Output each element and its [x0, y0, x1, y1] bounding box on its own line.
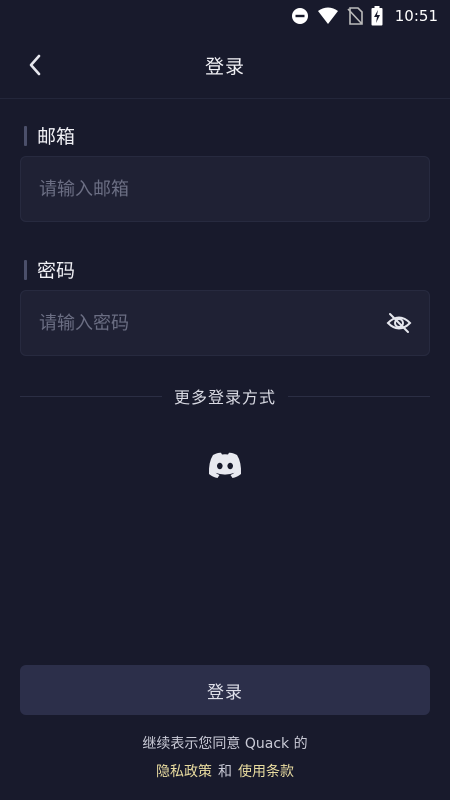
password-label: 密码	[24, 256, 75, 283]
password-input[interactable]	[37, 311, 385, 335]
label-accent-bar	[24, 259, 27, 280]
divider-line-right	[288, 395, 431, 397]
terms-of-use-link[interactable]: 使用条款	[238, 764, 294, 780]
eye-off-icon	[386, 313, 412, 333]
password-label-text: 密码	[37, 260, 76, 282]
back-button[interactable]	[22, 51, 48, 79]
policy-links: 隐私政策和使用条款	[0, 761, 450, 781]
discord-login-button[interactable]	[205, 449, 245, 481]
divider-line-left	[20, 395, 162, 397]
label-accent-bar	[24, 125, 27, 146]
email-label-text: 邮箱	[37, 126, 76, 148]
privacy-policy-link[interactable]: 隐私政策	[156, 764, 212, 780]
do-not-disturb-icon	[291, 7, 309, 25]
app-header: 登录	[0, 32, 450, 99]
password-visibility-toggle[interactable]	[385, 309, 413, 337]
status-time: 10:51	[394, 7, 438, 25]
no-sim-icon	[347, 7, 363, 25]
password-field-container	[20, 290, 430, 356]
chevron-left-icon	[29, 54, 41, 76]
more-login-divider: 更多登录方式	[20, 384, 431, 408]
status-bar: 10:51	[0, 0, 450, 32]
discord-icon	[208, 452, 242, 478]
battery-charging-icon	[371, 6, 383, 26]
email-input[interactable]	[37, 177, 413, 201]
wifi-icon	[317, 7, 339, 25]
email-label: 邮箱	[24, 122, 75, 149]
more-login-text: 更多登录方式	[174, 388, 277, 407]
agreement-text: 继续表示您同意 Quack 的	[142, 736, 308, 752]
login-button[interactable]: 登录	[20, 665, 430, 715]
email-field-container	[20, 156, 430, 222]
page-title: 登录	[204, 55, 245, 78]
and-text: 和	[218, 764, 232, 780]
